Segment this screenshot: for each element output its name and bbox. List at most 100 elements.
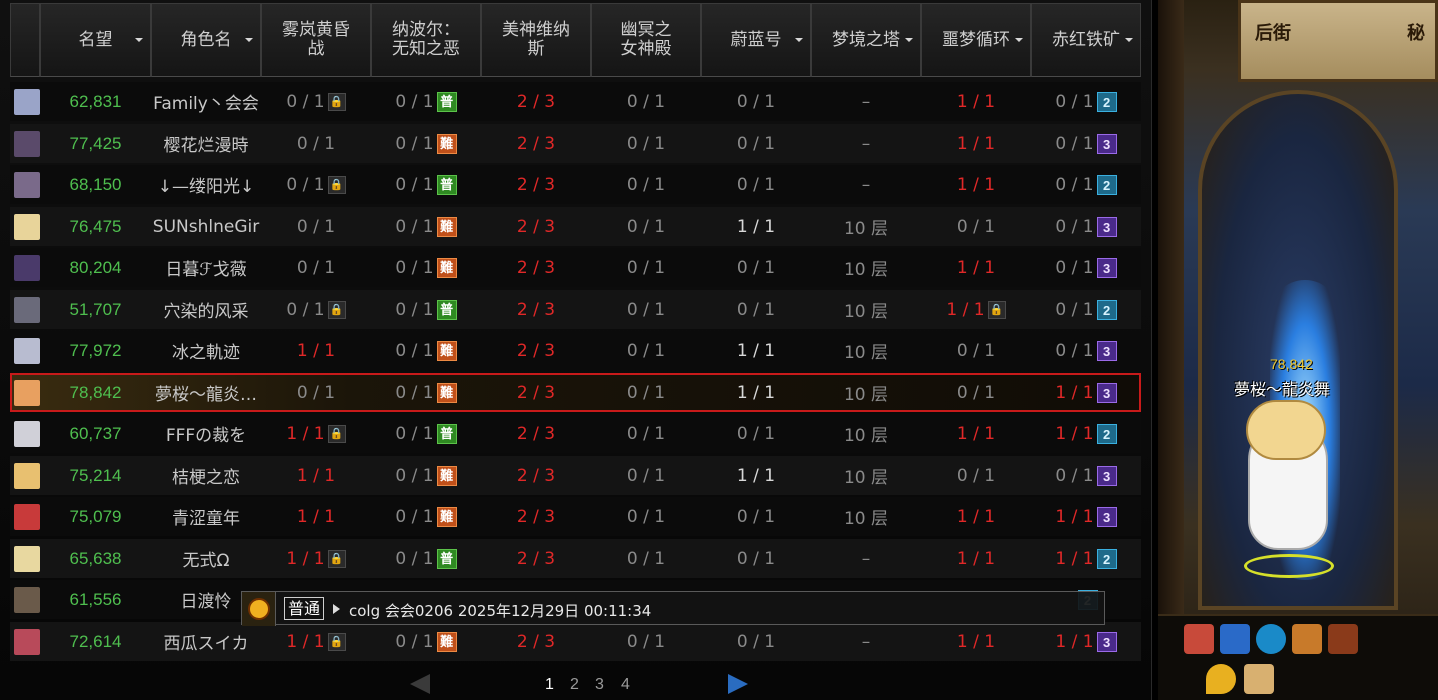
dream-tower-cell-text: 10 层	[843, 302, 889, 322]
chat-channel-tag[interactable]: 普通	[284, 597, 325, 620]
difficulty-badge: 難	[436, 133, 457, 154]
sort-caret-icon[interactable]	[905, 38, 913, 42]
difficulty-badge: 難	[436, 631, 457, 652]
chat-message-bar: 普通 colg 会会0206 2025年12月29日 00:11:34	[241, 591, 1105, 626]
napol-cell-text: 0 / 1	[395, 216, 434, 237]
table-row[interactable]: 78,842 夢桜～龍炎… 0 / 10 / 1難2 / 30 / 11 / 1 10…	[10, 373, 1141, 412]
table-row[interactable]: 77,425 樱花烂漫時 0 / 10 / 1難2 / 30 / 10 / 1–1 …	[10, 124, 1141, 163]
page-2[interactable]: 2	[570, 676, 579, 694]
dream-tower-cell-text: 10 层	[843, 509, 889, 529]
chat-emote-icon[interactable]	[242, 592, 276, 626]
nightmare-loop-cell: 0 / 1	[921, 207, 1031, 246]
table-row[interactable]: 65,638 无式Ω 1 / 1 🔒 0 / 1普2 / 30 / 10 / 1–1 /…	[10, 539, 1141, 578]
dream-tower-cell-text: –	[861, 133, 871, 154]
calendar-icon[interactable]	[1184, 624, 1214, 654]
azure-cell: 0 / 1	[701, 414, 811, 453]
fame-cell-text: 76,475	[69, 216, 122, 236]
player-character-head[interactable]	[1246, 400, 1326, 460]
name-cell: 夢桜～龍炎…	[151, 373, 261, 412]
next-page-arrow-icon[interactable]	[728, 674, 748, 694]
book-icon[interactable]	[1244, 664, 1274, 694]
lock-icon: 🔒	[327, 424, 346, 443]
header-col-6[interactable]: 蔚蓝号	[701, 3, 811, 77]
tier-badge: 3	[1096, 382, 1117, 403]
portal-icon[interactable]	[1256, 624, 1286, 654]
sort-caret-icon[interactable]	[795, 38, 803, 42]
event-icon[interactable]	[1220, 624, 1250, 654]
venus-cell-text: 2 / 3	[516, 382, 556, 403]
sort-caret-icon[interactable]	[135, 38, 143, 42]
fame-cell: 75,079	[40, 497, 151, 536]
fame-cell-text: 75,214	[69, 465, 122, 485]
character-name-label: 夢桜～龍炎舞	[1234, 380, 1331, 399]
venus-cell-text: 2 / 3	[516, 257, 556, 278]
sort-caret-icon[interactable]	[1125, 38, 1133, 42]
red-iron-mine-cell: 0 / 13	[1031, 207, 1141, 246]
table-row[interactable]: 62,831 Family丶会会 0 / 1 🔒 0 / 1普2 / 30 / 10 /…	[10, 82, 1141, 121]
dream-tower-cell: –	[811, 539, 921, 578]
header-col-3: 纳波尔： 无知之恶	[371, 3, 481, 77]
napol-cell: 0 / 1普	[371, 539, 481, 578]
home-icon[interactable]	[1292, 624, 1322, 654]
table-row[interactable]: 80,204 日暮ℱ戈薇 0 / 10 / 1難2 / 30 / 10 / 1 10 …	[10, 248, 1141, 287]
azure-cell-text: 0 / 1	[736, 631, 776, 652]
header-col-8[interactable]: 噩梦循环	[921, 3, 1031, 77]
difficulty-badge: 難	[436, 216, 457, 237]
sort-caret-icon[interactable]	[1015, 38, 1023, 42]
mist-dusk-cell-text: 1 / 1	[296, 340, 336, 361]
azure-cell: 1 / 1	[701, 207, 811, 246]
dream-tower-cell-text: 10 层	[843, 219, 889, 239]
prev-page-arrow-icon[interactable]	[410, 674, 430, 694]
dream-tower-cell-text: –	[861, 91, 871, 112]
name-cell-text: FFFの裁を	[165, 426, 247, 446]
venus-cell: 2 / 3	[481, 497, 591, 536]
table-row[interactable]: 51,707 穴染的风采 0 / 1 🔒 0 / 1普2 / 30 / 10 / 1 10…	[10, 290, 1141, 329]
tier-badge: 2	[1096, 174, 1117, 195]
mist-dusk-cell-text: 0 / 1	[296, 382, 336, 403]
page-1[interactable]: 1	[545, 676, 554, 694]
nether-temple-cell: 0 / 1	[591, 331, 701, 370]
red-iron-mine-cell: 0 / 12	[1031, 165, 1141, 204]
dream-tower-cell-text: –	[861, 174, 871, 195]
azure-cell-text: 1 / 1	[736, 216, 776, 237]
anvil-icon[interactable]	[1328, 624, 1358, 654]
page-3[interactable]: 3	[595, 676, 604, 694]
header-label: 梦境之塔	[832, 29, 900, 50]
character-avatar	[14, 504, 40, 530]
tier-badge: 3	[1096, 257, 1117, 278]
nightmare-loop-cell: 0 / 1	[921, 331, 1031, 370]
map-pin-icon[interactable]	[1206, 664, 1236, 694]
page-4[interactable]: 4	[621, 676, 630, 694]
venus-cell-text: 2 / 3	[516, 91, 556, 112]
table-row[interactable]: 75,079 青涩童年 1 / 10 / 1難2 / 30 / 10 / 1 10 层…	[10, 497, 1141, 536]
dream-tower-cell-text: 10 层	[843, 385, 889, 405]
table-row[interactable]: 68,150 ↓—缕阳光↓ 0 / 1 🔒 0 / 1普2 / 30 / 10 / 1–…	[10, 165, 1141, 204]
napol-cell-text: 0 / 1	[395, 548, 434, 569]
table-row[interactable]: 75,214 桔梗之恋 1 / 10 / 1難2 / 30 / 11 / 1 10 层…	[10, 456, 1141, 495]
mist-dusk-cell: 1 / 1	[261, 497, 371, 536]
napol-cell: 0 / 1普	[371, 290, 481, 329]
lock-icon: 🔒	[327, 92, 346, 111]
header-col-7[interactable]: 梦境之塔	[811, 3, 921, 77]
header-col-1[interactable]: 角色名	[151, 3, 261, 77]
napol-cell: 0 / 1難	[371, 373, 481, 412]
nightmare-loop-cell-text: 0 / 1	[956, 382, 996, 403]
header-col-0[interactable]: 名望	[40, 3, 151, 77]
azure-cell: 0 / 1	[701, 165, 811, 204]
table-row[interactable]: 76,475 SUNshlneGir 0 / 10 / 1難2 / 30 / 11 …	[10, 207, 1141, 246]
table-row[interactable]: 72,614 西瓜スイカ 1 / 1 🔒 0 / 1難2 / 30 / 10 / 1–1…	[10, 622, 1141, 661]
header-col-9[interactable]: 赤红铁矿	[1031, 3, 1141, 77]
venus-cell: 2 / 3	[481, 290, 591, 329]
nether-temple-cell-text: 0 / 1	[626, 299, 666, 320]
sort-caret-icon[interactable]	[245, 38, 253, 42]
nether-temple-cell: 0 / 1	[591, 373, 701, 412]
name-cell-text: 无式Ω	[182, 551, 230, 571]
napol-cell: 0 / 1難	[371, 622, 481, 661]
table-row[interactable]: 60,737 FFFの裁を 1 / 1 🔒 0 / 1普2 / 30 / 10 / 11…	[10, 414, 1141, 453]
red-iron-mine-cell-text: 1 / 1	[1055, 506, 1094, 527]
azure-cell-text: 0 / 1	[736, 133, 776, 154]
table-row[interactable]: 77,972 冰之軌迹 1 / 10 / 1難2 / 30 / 11 / 1 10 层…	[10, 331, 1141, 370]
venus-cell: 2 / 3	[481, 82, 591, 121]
venus-cell-text: 2 / 3	[516, 340, 556, 361]
azure-cell: 0 / 1	[701, 124, 811, 163]
